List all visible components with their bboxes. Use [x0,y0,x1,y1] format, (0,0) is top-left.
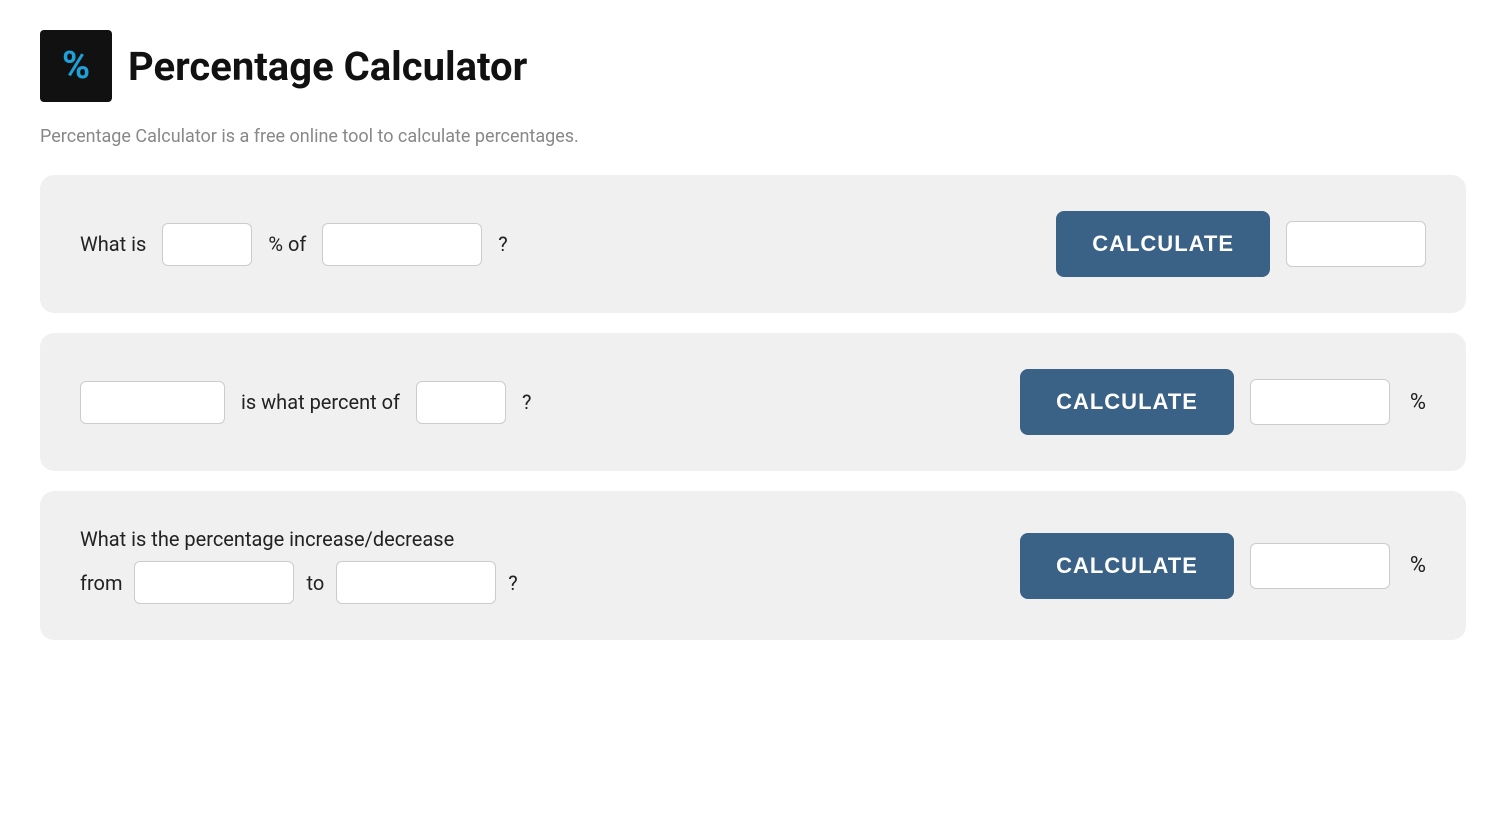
card2-label-middle: is what percent of [241,390,400,414]
card2-label-after: ? [522,390,531,414]
card3-result [1250,543,1390,589]
card1-label-after: ? [498,232,507,256]
calculator-card-1: What is % of ? CALCULATE [40,175,1466,313]
card2-percent-label: % [1410,390,1426,415]
card1-calculate-button[interactable]: CALCULATE [1056,211,1270,277]
card3-label-to: to [306,571,324,595]
card1-input-value[interactable] [322,223,482,266]
card2-input-of[interactable] [416,381,506,424]
card3-calculate-button[interactable]: CALCULATE [1020,533,1234,599]
subtitle-text: Percentage Calculator is a free online t… [40,126,1466,147]
card3-label-after: ? [508,571,517,595]
page-header: % Percentage Calculator [40,30,1466,102]
logo-icon: % [62,44,90,88]
card3-row2: from to ? [80,561,518,604]
card3-input-from[interactable] [134,561,294,604]
card2-input-value[interactable] [80,381,225,424]
card3-percent-label: % [1410,553,1426,578]
card1-input-percent[interactable] [162,223,252,266]
card1-result [1286,221,1426,267]
card3-input-to[interactable] [336,561,496,604]
card1-label-before: What is [80,232,146,256]
card1-label-middle: % of [268,232,306,256]
card3-label-line1: What is the percentage increase/decrease [80,527,518,551]
logo-box: % [40,30,112,102]
page-title: Percentage Calculator [128,43,527,90]
calculator-card-3: What is the percentage increase/decrease… [40,491,1466,640]
calculator-card-2: is what percent of ? CALCULATE % [40,333,1466,471]
card2-calculate-button[interactable]: CALCULATE [1020,369,1234,435]
card3-text-block: What is the percentage increase/decrease… [80,527,518,604]
card2-result [1250,379,1390,425]
card3-label-from: from [80,571,122,595]
